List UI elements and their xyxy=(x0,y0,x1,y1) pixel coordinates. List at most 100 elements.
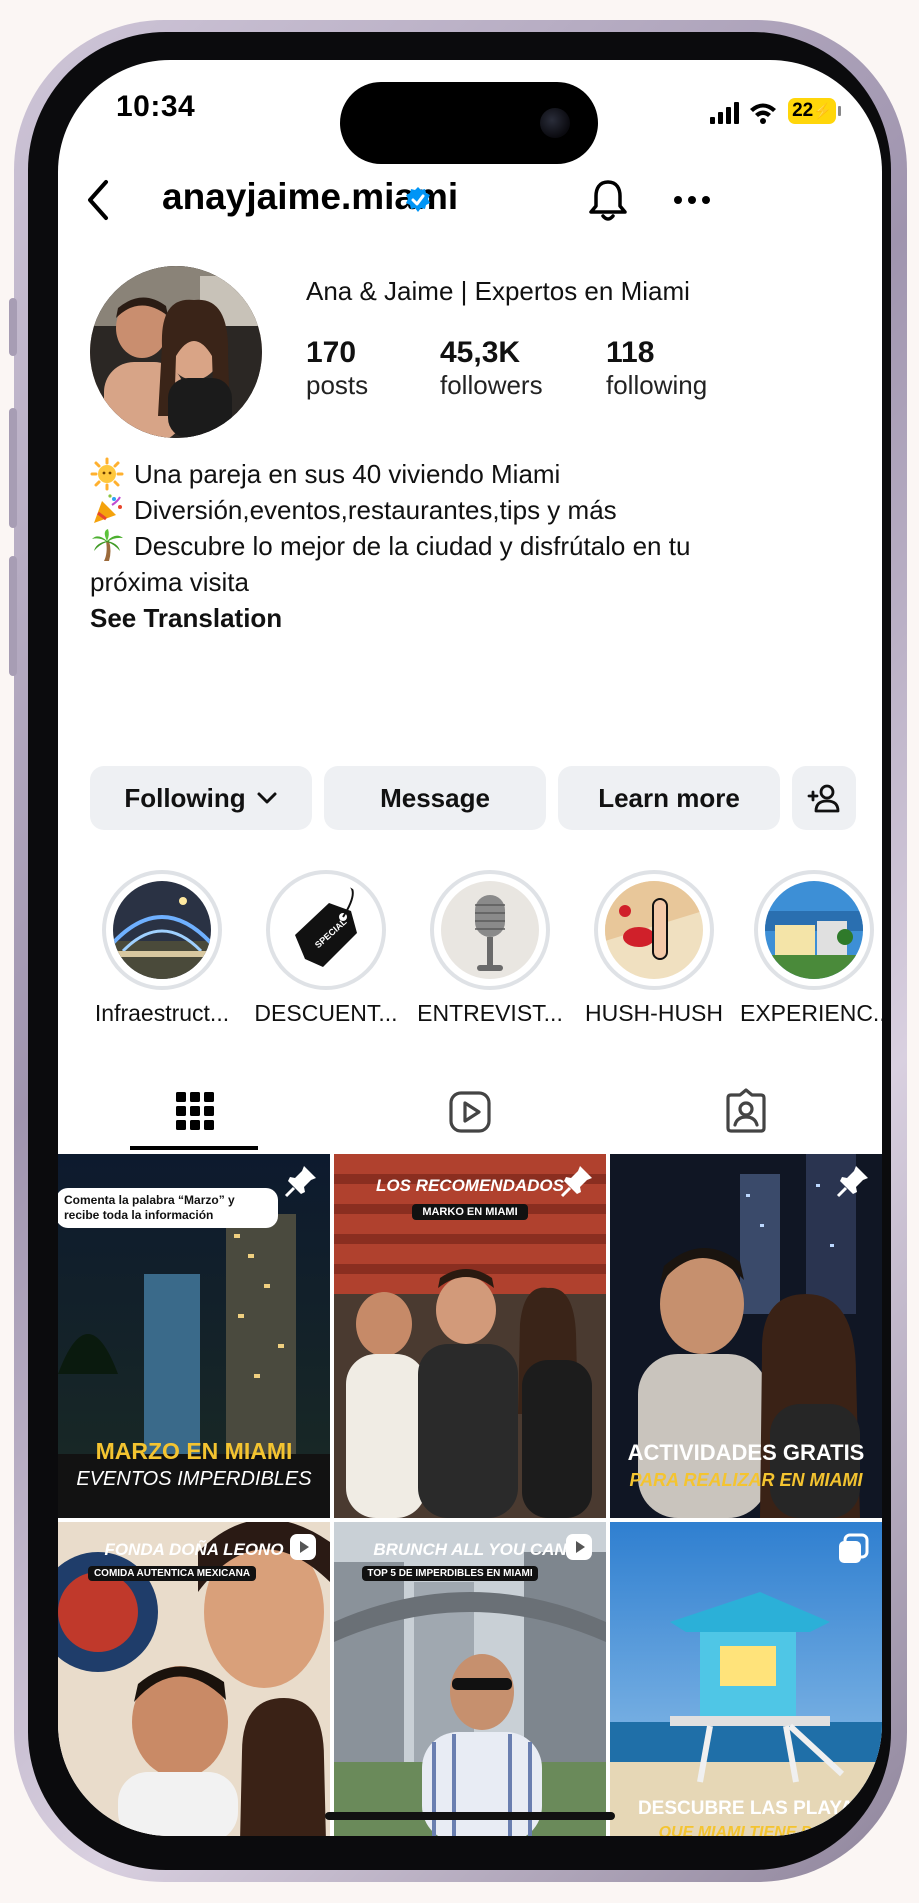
highlight-ring: SPECIAL xyxy=(266,870,386,990)
highlight-ring xyxy=(594,870,714,990)
bio-line: Una pareja en sus 40 viviendo Miami xyxy=(90,456,850,492)
following-button[interactable]: Following xyxy=(90,766,312,830)
bio-text: Descubre lo mejor de la ciudad y disfrút… xyxy=(134,531,691,561)
posts-label: posts xyxy=(306,370,369,400)
following-label: following xyxy=(606,370,708,400)
verified-badge-icon xyxy=(406,187,430,212)
battery-level: 22 xyxy=(792,100,814,121)
highlight-cover xyxy=(605,881,703,979)
posts-count: 170 xyxy=(306,336,357,369)
bridge-night-image xyxy=(113,881,211,979)
post-tile[interactable]: ACTIVIDADES GRATIS PARA REALIZAR EN MIAM… xyxy=(610,1154,882,1518)
post-tile[interactable]: DESCUBRE LAS PLAYA QUE MIAMI TIENE PAR xyxy=(610,1522,882,1836)
highlight-item[interactable]: Infraestruct... xyxy=(88,870,236,1027)
status-time: 10:34 xyxy=(116,90,196,123)
highlight-item[interactable]: SPECIAL DESCUENT... xyxy=(252,870,400,1027)
post-title: MARZO EN MIAMI xyxy=(95,1438,293,1464)
followers-label: followers xyxy=(440,370,543,400)
highlight-cover xyxy=(441,881,539,979)
reel-badge-icon xyxy=(290,1534,316,1560)
more-options-icon[interactable] xyxy=(672,194,712,206)
followers-count: 45,3K xyxy=(440,336,521,369)
post-tile[interactable]: BRUNCH ALL YOU CAN TOP 5 DE IMPERDIBLES … xyxy=(334,1522,606,1836)
avatar-photo xyxy=(90,266,262,438)
notification-bell-icon[interactable] xyxy=(586,176,630,224)
highlight-cover xyxy=(113,881,211,979)
profile-avatar[interactable] xyxy=(90,266,262,438)
bio-text: Una pareja en sus 40 viviendo Miami xyxy=(134,459,561,489)
add-person-icon xyxy=(807,784,840,813)
learn-more-button[interactable]: Learn more xyxy=(558,766,780,830)
post-title: ACTIVIDADES GRATIS xyxy=(627,1440,865,1465)
highlight-item[interactable]: ENTREVIST... xyxy=(416,870,564,1027)
grid-posts-icon[interactable] xyxy=(176,1092,214,1130)
bio-line: Descubre lo mejor de la ciudad y disfrút… xyxy=(90,528,850,564)
microphone-image xyxy=(441,881,539,979)
post-subtitle: EVENTOS IMPERDIBLES xyxy=(76,1468,312,1490)
post-tile[interactable]: FONDA DOÑA LEONO COMIDA AUTENTICA MEXICA… xyxy=(58,1522,330,1836)
reel-badge-icon xyxy=(566,1534,592,1560)
stat-followers[interactable]: 45,3K followers xyxy=(440,336,543,401)
stat-posts[interactable]: 170 posts xyxy=(306,336,368,401)
post-tile[interactable]: LOS RECOMENDADOS MARKO EN MIAMI xyxy=(334,1154,606,1518)
post-tile[interactable]: Comenta la palabra “Marzo” y recibe toda… xyxy=(58,1154,330,1518)
back-arrow-icon[interactable] xyxy=(84,178,112,222)
pin-icon xyxy=(836,1166,868,1198)
pop-art-shush-image xyxy=(605,881,703,979)
carousel-icon xyxy=(839,1533,869,1563)
post-tag: MARKO EN MIAMI xyxy=(412,1204,528,1220)
highlight-label: EXPERIENC... xyxy=(740,1000,882,1026)
pin-icon xyxy=(560,1166,592,1198)
party-popper-emoji-icon xyxy=(94,494,122,523)
discount-tag-image: SPECIAL xyxy=(277,881,375,979)
highlight-ring xyxy=(754,870,874,990)
post-tag: TOP 5 DE IMPERDIBLES EN MIAMI xyxy=(362,1566,538,1581)
post-title: DESCUBRE LAS PLAYA xyxy=(637,1798,855,1819)
highlight-cover: SPECIAL xyxy=(277,881,375,979)
front-camera xyxy=(540,108,570,138)
message-label: Message xyxy=(380,782,490,813)
tagged-posts-icon[interactable] xyxy=(724,1088,768,1134)
highlight-ring xyxy=(102,870,222,990)
highlight-label: Infraestruct... xyxy=(94,1000,230,1026)
active-tab-indicator xyxy=(130,1146,258,1150)
highlight-item[interactable]: EXPERIENC... xyxy=(740,870,882,1027)
highlight-cover xyxy=(765,881,863,979)
highlight-label: HUSH-HUSH xyxy=(585,1000,723,1026)
palm-tree-emoji-icon xyxy=(92,529,123,561)
highlight-item[interactable]: HUSH-HUSH xyxy=(580,870,728,1027)
bio-text: próxima visita xyxy=(90,567,249,597)
screen: 10:34 22⚡ anayjaime.miami Ana & Jaime | … xyxy=(58,60,882,1836)
bio-line: Diversión,eventos,restaurantes,tips y má… xyxy=(90,492,850,528)
beach-hotel-image xyxy=(765,881,863,979)
following-count: 118 xyxy=(606,336,655,369)
reels-icon[interactable] xyxy=(448,1090,492,1134)
battery-cap xyxy=(838,106,841,116)
sun-emoji-icon xyxy=(90,457,124,491)
following-label: Following xyxy=(124,782,246,813)
profile-bio: Una pareja en sus 40 viviendo Miami Dive… xyxy=(90,456,850,636)
highlight-label: DESCUENT... xyxy=(254,1000,398,1026)
lifeguard-tower-image xyxy=(610,1522,882,1836)
action-button xyxy=(9,298,17,356)
volume-up-button xyxy=(9,408,17,528)
learn-more-label: Learn more xyxy=(598,782,740,813)
pin-icon xyxy=(284,1166,316,1198)
post-subtitle: PARA REALIZAR EN MIAMI xyxy=(629,1470,863,1490)
suggest-people-button[interactable] xyxy=(792,766,856,830)
signal-wifi-icons xyxy=(710,102,776,124)
message-button[interactable]: Message xyxy=(324,766,546,830)
profile-tabs xyxy=(58,1070,882,1152)
highlight-label: ENTREVIST... xyxy=(417,1000,563,1026)
bio-text: Diversión,eventos,restaurantes,tips y má… xyxy=(134,495,617,525)
highlight-ring xyxy=(430,870,550,990)
battery-indicator: 22⚡ xyxy=(788,98,836,124)
volume-down-button xyxy=(9,556,17,676)
see-translation-link[interactable]: See Translation xyxy=(90,600,850,636)
home-indicator[interactable] xyxy=(325,1812,615,1820)
stat-following[interactable]: 118 following xyxy=(606,336,707,401)
post-callout: Comenta la palabra “Marzo” y recibe toda… xyxy=(58,1188,278,1228)
post-subtitle: QUE MIAMI TIENE PAR xyxy=(658,1824,834,1836)
profile-full-name: Ana & Jaime | Expertos en Miami xyxy=(306,276,690,306)
chevron-down-icon xyxy=(257,792,277,804)
